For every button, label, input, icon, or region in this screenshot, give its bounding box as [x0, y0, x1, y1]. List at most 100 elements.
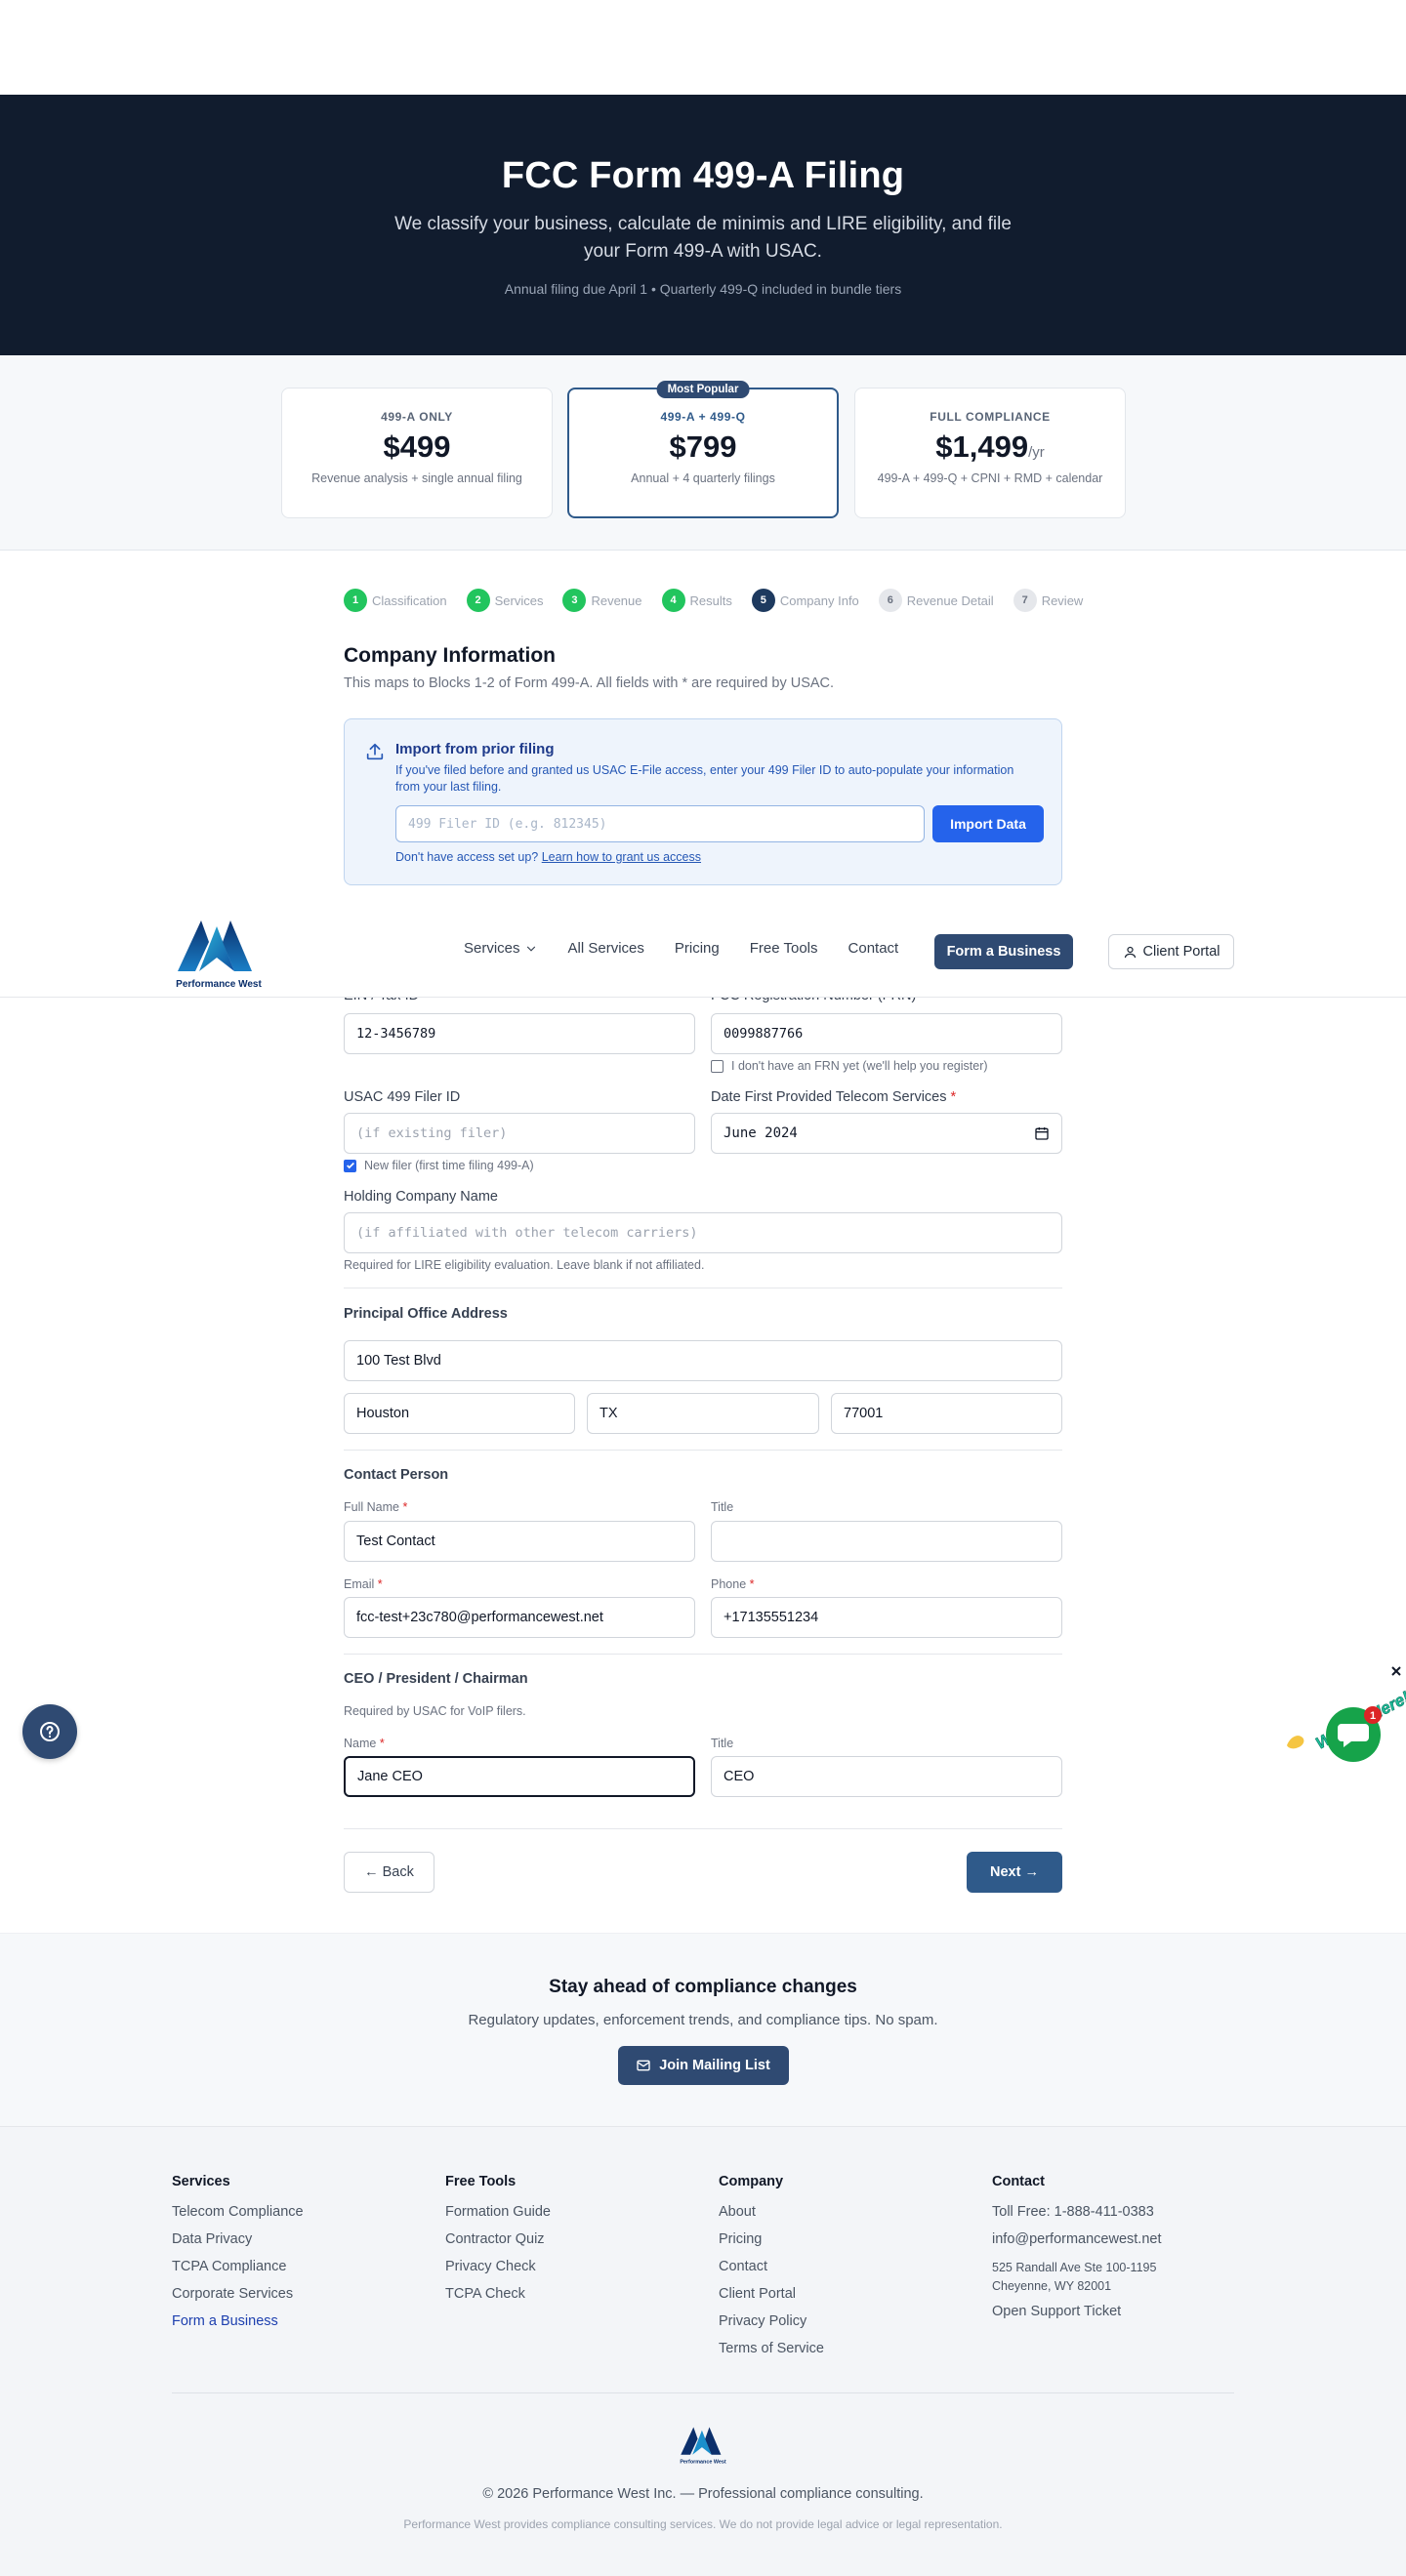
question-icon — [40, 1722, 60, 1741]
most-popular-badge: Most Popular — [656, 381, 750, 398]
site-footer: Services Telecom Compliance Data Privacy… — [0, 2126, 1406, 2576]
filer-id-input[interactable] — [395, 805, 925, 842]
zip-input[interactable] — [831, 1393, 1062, 1434]
ein-input[interactable] — [344, 1013, 695, 1054]
footer-link[interactable]: Data Privacy — [172, 2231, 304, 2247]
step-revenue[interactable]: 3 Revenue — [562, 589, 642, 612]
grant-access-link[interactable]: Learn how to grant us access — [542, 850, 701, 864]
progress-stepper: 1 Classification 2 Services 3 Revenue 4 Resu… — [344, 589, 1083, 612]
ceo-name-label: Name * — [344, 1737, 385, 1750]
page-title: FCC Form 499-A Filing — [501, 155, 905, 196]
step-company-info[interactable]: 5 Company Info — [751, 589, 859, 612]
client-portal-button[interactable]: Client Portal — [1108, 934, 1234, 969]
divider — [344, 1828, 1062, 1829]
date-first-label: Date First Provided Telecom Services * — [711, 1089, 957, 1105]
footer-link[interactable]: Pricing — [719, 2231, 824, 2247]
chat-widget[interactable]: We Are Here! 1 — [1281, 1659, 1406, 1765]
usac-filer-id-input[interactable] — [344, 1113, 695, 1154]
pricing-card-499a[interactable]: 499-A ONLY $499 Revenue analysis + singl… — [281, 388, 553, 518]
pricing-tier: 499-A ONLY — [381, 410, 453, 424]
pricing-desc: 499-A + 499-Q + CPNI + RMD + calendar — [877, 471, 1103, 485]
open-support-ticket-link[interactable]: Open Support Ticket — [992, 2304, 1162, 2319]
next-button[interactable]: Next → — [967, 1852, 1062, 1893]
footer-link[interactable]: Contact — [719, 2259, 824, 2274]
footer-link[interactable]: Contractor Quiz — [445, 2231, 551, 2247]
pricing-card-bundle[interactable]: Most Popular 499-A + 499-Q $799 Annual +… — [567, 381, 839, 518]
nav-pricing[interactable]: Pricing — [675, 940, 720, 957]
new-filer-label: New filer (first time filing 499-A) — [364, 1159, 534, 1172]
footer-tools-column: Free Tools Formation Guide Contractor Qu… — [445, 2174, 551, 2313]
footer-link[interactable]: Form a Business — [172, 2313, 304, 2329]
footer-address: 525 Randall Ave Ste 100-1195 Cheyenne, WY… — [992, 2261, 1157, 2293]
step-classification[interactable]: 1 Classification — [344, 589, 447, 612]
pricing-card-full[interactable]: FULL COMPLIANCE $1,499/yr 499-A + 499-Q … — [854, 388, 1126, 518]
divider — [344, 1450, 1062, 1451]
performance-west-logo[interactable]: Performance West — [172, 917, 266, 993]
no-frn-checkbox-row[interactable]: I don't have an FRN yet (we'll help you … — [711, 1059, 988, 1073]
new-filer-checkbox-row[interactable]: New filer (first time filing 499-A) — [344, 1159, 534, 1172]
footer-link[interactable]: Privacy Policy — [719, 2313, 824, 2329]
footer-logo: Performance West — [680, 2427, 726, 2465]
footer-link[interactable]: About — [719, 2204, 824, 2220]
help-button[interactable] — [22, 1704, 77, 1759]
new-filer-checkbox[interactable] — [344, 1159, 356, 1172]
filer-id-label: USAC 499 Filer ID — [344, 1089, 461, 1105]
step-number: 3 — [562, 589, 587, 612]
nav-all-services[interactable]: All Services — [568, 940, 644, 957]
contact-name-input[interactable] — [344, 1521, 695, 1562]
ceo-title-label: Title — [711, 1737, 734, 1750]
ceo-title-input[interactable] — [711, 1756, 1062, 1797]
email-label: Email * — [344, 1577, 383, 1591]
newsletter-section: Stay ahead of compliance changes Regulat… — [0, 1933, 1406, 2126]
close-icon[interactable] — [1391, 1666, 1401, 1676]
step-label: Revenue Detail — [906, 593, 994, 608]
pricing-desc: Revenue analysis + single annual filing — [311, 471, 522, 485]
footer-link[interactable]: Corporate Services — [172, 2286, 304, 2302]
holding-company-input[interactable] — [344, 1212, 1062, 1253]
step-number: 2 — [466, 589, 490, 612]
nav-services[interactable]: Services — [464, 940, 538, 957]
back-button[interactable]: ← Back — [344, 1852, 434, 1893]
hero-subtitle: We classify your business, calculate de … — [394, 214, 1012, 262]
svg-text:Performance West: Performance West — [680, 2459, 726, 2465]
frn-input[interactable] — [711, 1013, 1062, 1054]
footer-link[interactable]: TCPA Check — [445, 2286, 551, 2302]
calendar-icon[interactable] — [1034, 1125, 1050, 1141]
ceo-hint: Required by USAC for VoIP filers. — [344, 1704, 526, 1718]
nav-contact[interactable]: Contact — [848, 940, 899, 957]
state-input[interactable] — [587, 1393, 819, 1434]
contact-title-input[interactable] — [711, 1521, 1062, 1562]
import-data-button[interactable]: Import Data — [932, 805, 1044, 842]
pricing-tier: 499-A + 499-Q — [660, 410, 746, 424]
waving-hand-icon — [1287, 1736, 1304, 1749]
disclaimer: Performance West provides compliance con… — [403, 2517, 1003, 2531]
footer-link[interactable]: Client Portal — [719, 2286, 824, 2302]
footer-link[interactable]: Privacy Check — [445, 2259, 551, 2274]
footer-link[interactable]: Telecom Compliance — [172, 2204, 304, 2220]
footer-email[interactable]: info@performancewest.net — [992, 2231, 1162, 2247]
step-label: Services — [494, 593, 544, 608]
user-icon — [1124, 946, 1136, 958]
join-mailing-list-button[interactable]: Join Mailing List — [617, 2046, 789, 2085]
no-frn-checkbox[interactable] — [711, 1059, 724, 1073]
footer-divider — [172, 2392, 1234, 2393]
step-label: Company Info — [779, 593, 859, 608]
section-title: Company Information — [344, 644, 557, 667]
step-label: Revenue — [591, 593, 642, 608]
contact-email-input[interactable] — [344, 1597, 695, 1638]
street-input[interactable] — [344, 1340, 1062, 1381]
ceo-name-input[interactable] — [344, 1756, 695, 1797]
newsletter-subtitle: Regulatory updates, enforcement trends, … — [468, 2012, 938, 2028]
footer-link[interactable]: Terms of Service — [719, 2341, 824, 2356]
step-services[interactable]: 2 Services — [466, 589, 544, 612]
footer-phone[interactable]: Toll Free: 1-888-411-0383 — [992, 2204, 1162, 2220]
mail-icon — [637, 2060, 650, 2071]
date-first-input[interactable]: June 2024 — [711, 1113, 1062, 1154]
city-input[interactable] — [344, 1393, 575, 1434]
form-a-business-button[interactable]: Form a Business — [934, 934, 1073, 969]
contact-phone-input[interactable] — [711, 1597, 1062, 1638]
step-results[interactable]: 4 Results — [661, 589, 732, 612]
nav-free-tools[interactable]: Free Tools — [750, 940, 818, 957]
footer-link[interactable]: TCPA Compliance — [172, 2259, 304, 2274]
footer-link[interactable]: Formation Guide — [445, 2204, 551, 2220]
